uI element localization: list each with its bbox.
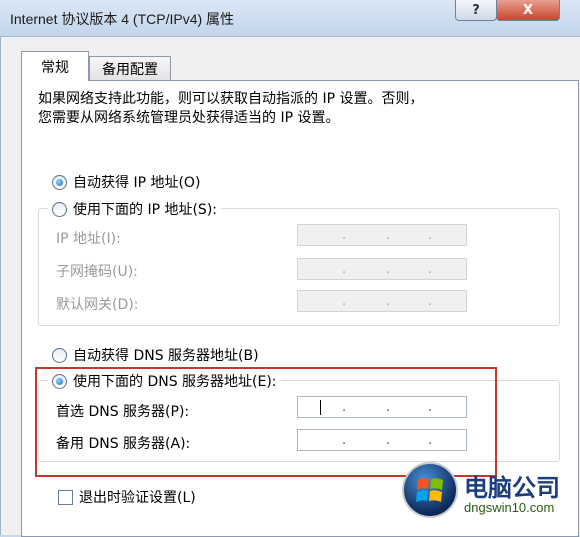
ip-address-label: IP 地址(I): [56, 231, 121, 247]
tab-alternate-configuration[interactable]: 备用配置 [89, 56, 171, 81]
title-bar: Internet 协议版本 4 (TCP/IPv4) 属性 ? X [0, 0, 580, 37]
auto-ip-radio-row[interactable]: 自动获得 IP 地址(O) [52, 172, 200, 192]
auto-dns-label: 自动获得 DNS 服务器地址(B) [73, 348, 259, 364]
validate-settings-row[interactable]: 退出时验证设置(L) [58, 487, 196, 507]
manual-ip-label: 使用下面的 IP 地址(S): [73, 202, 217, 218]
watermark-url: dngswin10.com [464, 500, 555, 515]
auto-ip-label: 自动获得 IP 地址(O) [73, 175, 201, 191]
close-button[interactable]: X [496, 0, 560, 21]
default-gateway-field: ... [297, 290, 467, 312]
watermark: 电脑公司 dngswin10.com [398, 462, 580, 535]
windows-logo-icon [402, 462, 458, 518]
description-line-1: 如果网络支持此功能，则可以获取自动指派的 IP 设置。否则， [38, 91, 424, 107]
validate-settings-label: 退出时验证设置(L) [79, 490, 196, 506]
default-gateway-label: 默认网关(D): [56, 297, 139, 313]
tab-general[interactable]: 常规 [21, 51, 89, 81]
window-title: Internet 协议版本 4 (TCP/IPv4) 属性 [10, 11, 235, 27]
dns-highlight-box [35, 367, 497, 477]
watermark-brand: 电脑公司 [464, 474, 560, 502]
auto-dns-radio-row[interactable]: 自动获得 DNS 服务器地址(B) [52, 345, 259, 365]
help-button[interactable]: ? [455, 0, 497, 21]
manual-ip-radio-row[interactable]: 使用下面的 IP 地址(S): [48, 199, 221, 219]
subnet-mask-label: 子网掩码(U): [56, 264, 138, 280]
description-line-2: 您需要从网络系统管理员处获得适当的 IP 设置。 [38, 110, 340, 126]
manual-ip-radio[interactable] [52, 201, 67, 217]
validate-settings-checkbox[interactable] [58, 489, 73, 505]
ip-address-field: ... [297, 224, 467, 246]
auto-ip-radio[interactable] [52, 174, 67, 190]
auto-dns-radio[interactable] [52, 347, 67, 363]
description-text: 如果网络支持此功能，则可以获取自动指派的 IP 设置。否则， 您需要从网络系统管… [38, 90, 558, 128]
subnet-mask-field: ... [297, 258, 467, 280]
